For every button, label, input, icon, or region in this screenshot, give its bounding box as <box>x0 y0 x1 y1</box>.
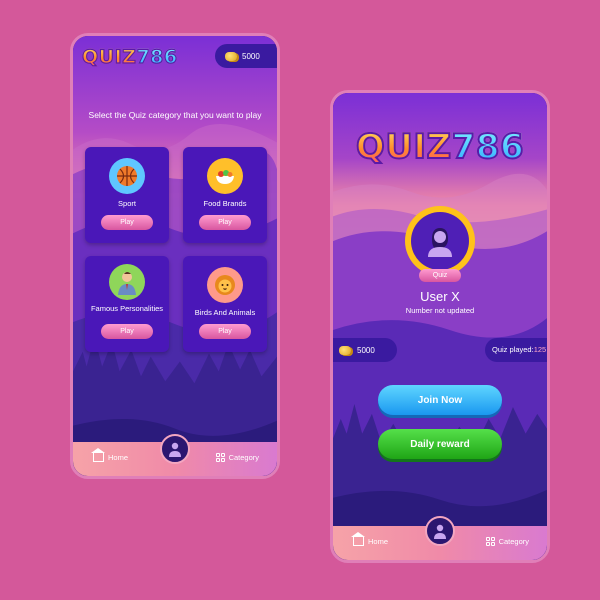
phone-status: Number not updated <box>405 306 475 315</box>
coin-balance: 5000 <box>215 44 277 68</box>
bottom-nav: Home Category <box>333 516 547 560</box>
play-button-birds-and-animals[interactable]: Play <box>199 324 251 339</box>
nav-profile-button[interactable] <box>425 516 455 546</box>
play-button-famous-personalities[interactable]: Play <box>101 324 153 339</box>
category-label: Sport <box>118 199 136 208</box>
daily-reward-button[interactable]: Daily reward <box>378 429 502 459</box>
category-card-food-brands[interactable]: Food Brands Play <box>183 147 267 243</box>
quiz-played-value: 125 <box>533 345 547 354</box>
nav-home-label: Home <box>368 537 389 546</box>
category-card-sport[interactable]: Sport Play <box>85 147 169 243</box>
home-icon <box>351 532 365 546</box>
nav-category-label: Category <box>498 537 529 546</box>
nav-home[interactable]: Home <box>351 532 389 546</box>
quiz-played-label: Quiz played: <box>492 345 534 354</box>
join-now-button[interactable]: Join Now <box>378 385 502 415</box>
play-button-food-brands[interactable]: Play <box>199 215 251 230</box>
nav-home-label: Home <box>108 453 129 462</box>
profile-screen: QUIZ786 Quiz User X Number not updated 5… <box>330 90 550 563</box>
coin-count: 5000 <box>357 345 375 355</box>
quiz-played-counter: Quiz played:125 <box>485 338 547 362</box>
category-screen: QUIZ786 5000 Select the Quiz category th… <box>70 33 280 479</box>
nav-category[interactable]: Category <box>485 537 529 546</box>
nav-home[interactable]: Home <box>91 448 129 462</box>
app-logo: QUIZ786 <box>333 126 547 168</box>
category-label: Food Brands <box>203 199 247 208</box>
category-card-birds-and-animals[interactable]: Birds And Animals Play <box>183 256 267 352</box>
coin-icon <box>225 51 237 61</box>
coin-count: 5000 <box>242 51 260 61</box>
user-icon <box>434 524 446 539</box>
grid-icon <box>215 453 225 462</box>
category-label: Birds And Animals <box>194 308 256 317</box>
coin-balance: 5000 <box>333 338 397 362</box>
nav-category[interactable]: Category <box>215 453 259 462</box>
nav-category-label: Category <box>228 453 259 462</box>
person-icon <box>109 264 145 300</box>
category-heading: Select the Quiz category that you want t… <box>88 110 262 120</box>
user-icon <box>428 228 452 257</box>
bottom-nav: Home Category <box>73 434 277 476</box>
quiz-badge: Quiz <box>419 269 461 282</box>
home-icon <box>91 448 105 462</box>
grid-icon <box>485 537 495 546</box>
category-card-famous-personalities[interactable]: Famous Personalities Play <box>85 256 169 352</box>
nav-profile-button[interactable] <box>160 434 190 464</box>
avatar[interactable] <box>405 206 475 276</box>
category-label: Famous Personalities <box>90 304 164 313</box>
play-button-sport[interactable]: Play <box>101 215 153 230</box>
lion-icon <box>207 267 243 303</box>
food-bowl-icon <box>207 158 243 194</box>
basketball-icon <box>109 158 145 194</box>
app-logo: QUIZ786 <box>81 45 178 68</box>
username: User X <box>420 289 460 304</box>
user-icon <box>169 442 181 457</box>
coin-icon <box>339 345 351 355</box>
